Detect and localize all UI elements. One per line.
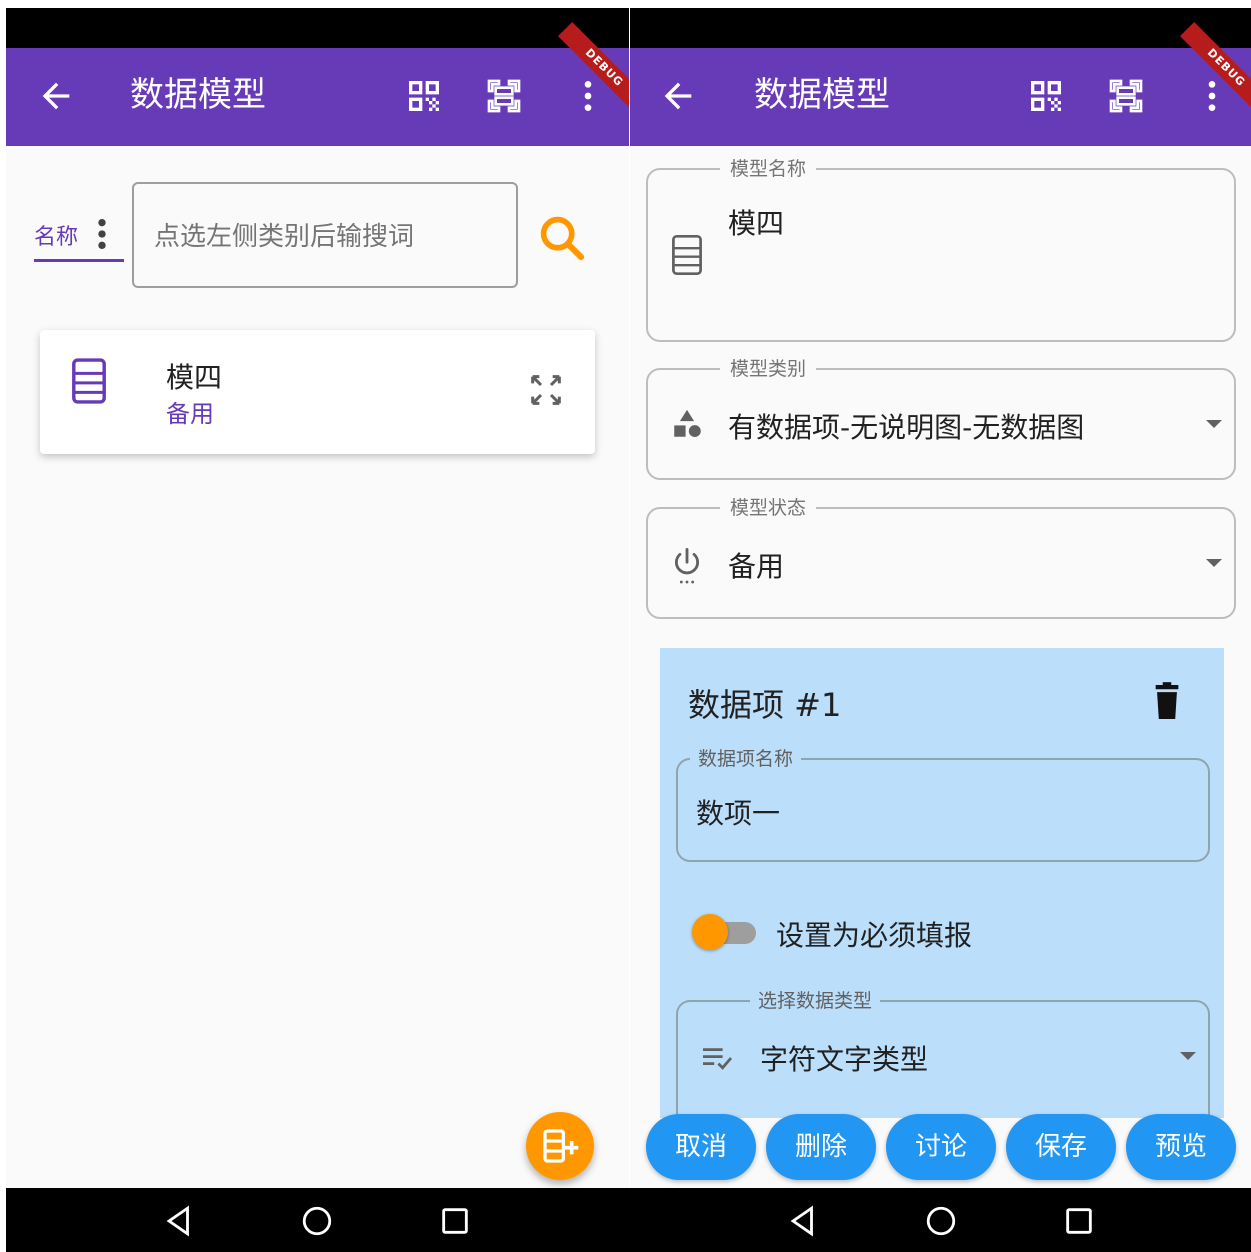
model-state-dropdown[interactable]: 模型状态 备用 bbox=[646, 493, 1236, 619]
list-item[interactable]: 模四 备用 bbox=[40, 330, 595, 454]
preview-button[interactable]: 预览 bbox=[1126, 1114, 1236, 1180]
shapes-icon bbox=[674, 409, 701, 438]
chevron-down-icon bbox=[1206, 420, 1222, 428]
toggle-knob bbox=[692, 914, 728, 950]
list-panel: 数据模型 DEBUG 名称 模四 备用 bbox=[6, 8, 629, 1188]
cancel-button[interactable]: 取消 bbox=[646, 1114, 756, 1180]
scan-icon[interactable] bbox=[484, 76, 524, 116]
list-item-status: 备用 bbox=[166, 400, 214, 428]
edit-panel: 数据模型 DEBUG 模型名称 模四 模型类别 有数据项-无说明图-无数据图 模… bbox=[630, 8, 1251, 1188]
qr-code-icon[interactable] bbox=[404, 76, 444, 116]
qr-code-icon[interactable] bbox=[1026, 76, 1066, 116]
home-nav-icon[interactable] bbox=[300, 1204, 334, 1238]
document-icon bbox=[672, 234, 702, 276]
scan-icon[interactable] bbox=[1106, 76, 1146, 116]
discuss-button[interactable]: 讨论 bbox=[886, 1114, 996, 1180]
add-item-icon bbox=[543, 1129, 579, 1163]
model-category-dropdown[interactable]: 模型类别 有数据项-无说明图-无数据图 bbox=[646, 354, 1236, 480]
data-item-name-label: 数据项名称 bbox=[690, 744, 802, 771]
model-category-value: 有数据项-无说明图-无数据图 bbox=[728, 411, 1085, 444]
chevron-down-icon bbox=[1206, 559, 1222, 567]
list-item-title: 模四 bbox=[166, 361, 223, 394]
expand-icon[interactable] bbox=[526, 370, 566, 410]
data-item-name-value[interactable]: 数项一 bbox=[696, 792, 780, 832]
recents-nav-icon[interactable] bbox=[1062, 1204, 1096, 1238]
search-input[interactable] bbox=[152, 214, 496, 260]
data-item-name-field[interactable]: 数据项名称 数项一 bbox=[676, 744, 1210, 862]
trash-icon[interactable] bbox=[1150, 682, 1184, 722]
page-title: 数据模型 bbox=[754, 75, 890, 115]
recents-nav-icon[interactable] bbox=[438, 1204, 472, 1238]
data-type-label: 选择数据类型 bbox=[750, 986, 881, 1013]
delete-button[interactable]: 删除 bbox=[766, 1114, 876, 1180]
page-title: 数据模型 bbox=[130, 75, 266, 115]
filter-tab-label: 名称 bbox=[34, 225, 79, 250]
search-field[interactable] bbox=[132, 182, 518, 288]
required-toggle-label: 设置为必须填报 bbox=[776, 919, 973, 952]
top-margin bbox=[0, 0, 1251, 8]
more-vert-icon[interactable] bbox=[96, 217, 108, 251]
search-icon[interactable] bbox=[536, 212, 588, 264]
arrow-left-icon[interactable] bbox=[658, 76, 698, 116]
document-icon bbox=[72, 358, 106, 404]
arrow-left-icon[interactable] bbox=[36, 76, 76, 116]
app-bar: 数据模型 DEBUG bbox=[630, 22, 1251, 146]
data-type-dropdown[interactable]: 选择数据类型 字符文字类型 bbox=[676, 986, 1210, 1120]
back-nav-icon[interactable] bbox=[162, 1204, 196, 1238]
chevron-down-icon bbox=[1180, 1052, 1196, 1060]
add-item-button[interactable] bbox=[526, 1112, 594, 1180]
model-name-field[interactable]: 模型名称 模四 bbox=[646, 154, 1236, 342]
model-category-label: 模型类别 bbox=[720, 354, 817, 381]
data-item-card: 数据项 #1 数据项名称 数项一 设置为必须填报 选择数据类型 字符文字类型 bbox=[660, 648, 1224, 1120]
app-bar: 数据模型 DEBUG bbox=[6, 22, 629, 146]
data-item-title: 数据项 #1 bbox=[688, 686, 842, 724]
status-bar bbox=[630, 8, 1251, 48]
required-toggle[interactable] bbox=[692, 914, 756, 950]
home-nav-icon[interactable] bbox=[924, 1204, 958, 1238]
action-bar: 取消 删除 讨论 保存 预览 bbox=[646, 1114, 1246, 1180]
text-format-icon bbox=[703, 1048, 733, 1070]
more-vert-icon[interactable] bbox=[568, 76, 608, 116]
save-button[interactable]: 保存 bbox=[1006, 1114, 1116, 1180]
model-name-value[interactable]: 模四 bbox=[728, 202, 784, 242]
status-bar bbox=[6, 8, 629, 48]
system-nav-bar bbox=[6, 1188, 1251, 1252]
back-nav-icon[interactable] bbox=[786, 1204, 820, 1238]
data-type-value: 字符文字类型 bbox=[760, 1043, 929, 1076]
filter-tab[interactable]: 名称 bbox=[34, 213, 124, 262]
tab-indicator bbox=[34, 259, 124, 262]
model-state-label: 模型状态 bbox=[720, 493, 817, 520]
model-state-value: 备用 bbox=[728, 550, 785, 583]
model-name-label: 模型名称 bbox=[720, 154, 817, 181]
power-icon bbox=[674, 548, 700, 584]
